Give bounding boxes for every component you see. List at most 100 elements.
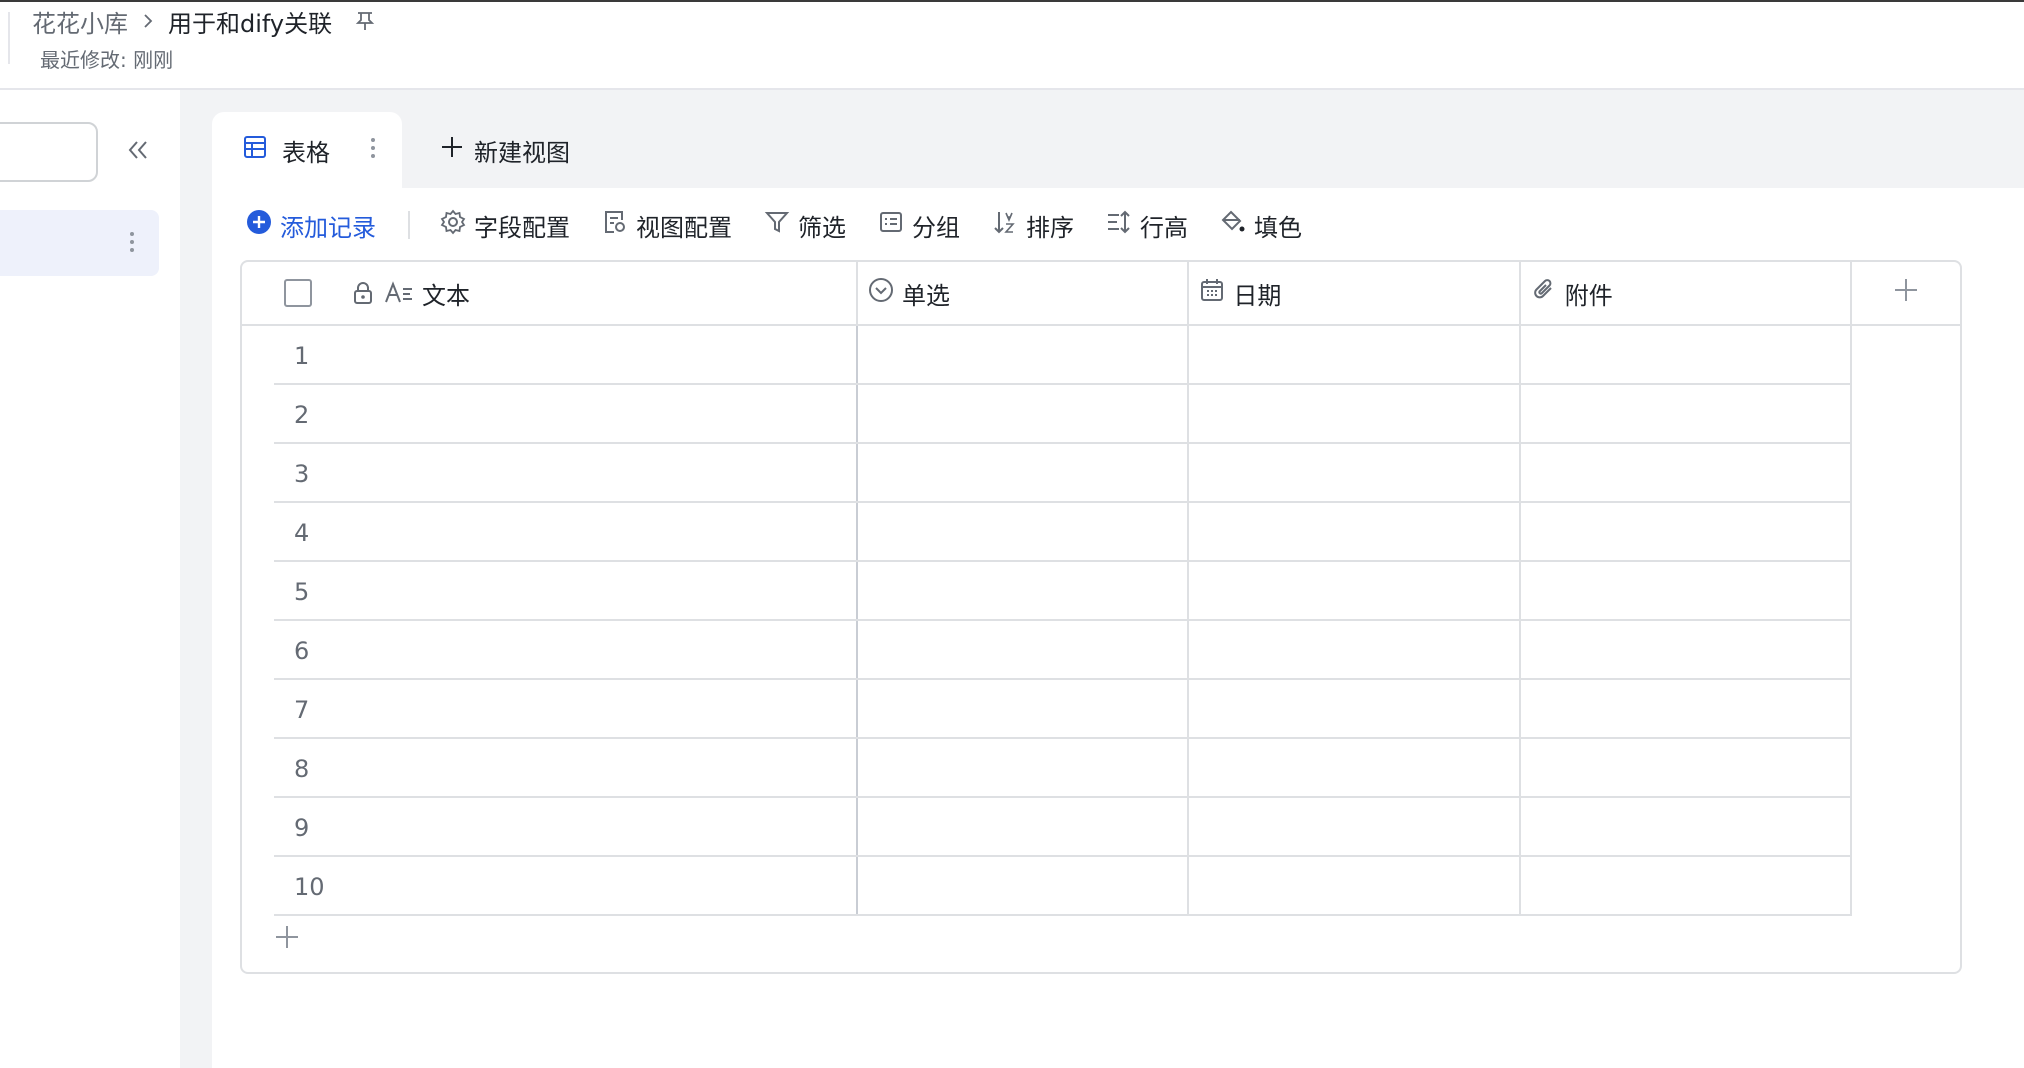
breadcrumb: 花花小库 用于和dify关联: [32, 4, 376, 38]
view-config-button[interactable]: 视图配置: [602, 208, 732, 243]
toolbar: 添加记录 字段配置 视图配置 筛选 分组 排序 行高 填色: [246, 200, 1334, 250]
add-row-button[interactable]: [270, 922, 304, 956]
grid-header: 文本 单选 日期 附件: [242, 262, 1960, 326]
fill-color-button[interactable]: 填色: [1220, 208, 1302, 243]
table-cell[interactable]: [1521, 503, 1853, 562]
row-number: 7: [242, 680, 858, 739]
table-cell[interactable]: [858, 562, 1190, 621]
table-row[interactable]: 10: [242, 857, 1960, 916]
column-header-text[interactable]: 文本: [242, 262, 858, 324]
sidebar-search-input[interactable]: [0, 122, 98, 182]
paperclip-icon: [1531, 277, 1557, 309]
table-cell[interactable]: [858, 444, 1190, 503]
table-row[interactable]: 3: [242, 444, 1960, 503]
table-cell[interactable]: [1521, 562, 1853, 621]
sidebar-item-selected[interactable]: [0, 210, 159, 276]
field-config-button[interactable]: 字段配置: [440, 208, 570, 243]
group-label: 分组: [912, 213, 960, 242]
table-row[interactable]: 9: [242, 798, 1960, 857]
table-cell[interactable]: [1189, 621, 1521, 680]
filter-icon: [764, 209, 790, 241]
table-cell[interactable]: [858, 326, 1190, 385]
table-cell[interactable]: [1189, 680, 1521, 739]
filter-button[interactable]: 筛选: [764, 208, 846, 243]
row-number: 6: [242, 621, 858, 680]
column-label: 文本: [422, 281, 470, 310]
table-cell[interactable]: [858, 503, 1190, 562]
table-row[interactable]: 5: [242, 562, 1960, 621]
table-cell[interactable]: [1189, 857, 1521, 916]
table-row[interactable]: 4: [242, 503, 1960, 562]
table-cell[interactable]: [858, 621, 1190, 680]
table-cell[interactable]: [1189, 444, 1521, 503]
select-all-checkbox[interactable]: [284, 279, 312, 307]
row-number: 3: [242, 444, 858, 503]
table-cell[interactable]: [858, 857, 1190, 916]
group-button[interactable]: 分组: [878, 208, 960, 243]
text-field-icon: [384, 280, 414, 306]
plus-icon: [274, 924, 300, 954]
more-vertical-icon[interactable]: [370, 136, 376, 166]
collapse-sidebar-icon[interactable]: [122, 134, 154, 166]
table-row[interactable]: 8: [242, 739, 1960, 798]
table-cell[interactable]: [1521, 739, 1853, 798]
table-cell[interactable]: [1521, 444, 1853, 503]
more-vertical-icon[interactable]: [129, 230, 135, 258]
tab-table-view[interactable]: 表格: [212, 112, 402, 188]
table-row[interactable]: 1: [242, 326, 1960, 385]
table-cell[interactable]: [858, 798, 1190, 857]
table-cell[interactable]: [1189, 798, 1521, 857]
column-label: 附件: [1564, 281, 1613, 310]
view-config-label: 视图配置: [636, 213, 732, 242]
calendar-icon: [1199, 277, 1225, 309]
breadcrumb-root[interactable]: 花花小库: [32, 4, 128, 39]
plus-icon: [440, 135, 464, 165]
table-row[interactable]: 2: [242, 385, 1960, 444]
table-cell[interactable]: [1521, 385, 1853, 444]
column-header-date[interactable]: 日期: [1189, 262, 1521, 324]
table-cell[interactable]: [858, 739, 1190, 798]
tab-label: 表格: [282, 138, 330, 167]
table-cell[interactable]: [858, 385, 1190, 444]
table-row[interactable]: 6: [242, 621, 1960, 680]
row-height-button[interactable]: 行高: [1106, 208, 1188, 243]
table-cell[interactable]: [1521, 621, 1853, 680]
row-spacer: [1852, 385, 1960, 444]
row-spacer: [1852, 798, 1960, 857]
breadcrumb-current[interactable]: 用于和dify关联: [168, 4, 332, 39]
table-panel: 添加记录 字段配置 视图配置 筛选 分组 排序 行高 填色 文本 单选 日期 附…: [212, 188, 2024, 1068]
table-cell[interactable]: [1521, 680, 1853, 739]
row-spacer: [1852, 503, 1960, 562]
row-number: 2: [242, 385, 858, 444]
view-tab-bar: 表格 新建视图: [212, 112, 570, 188]
new-view-button[interactable]: 新建视图: [402, 112, 570, 188]
row-number: 4: [242, 503, 858, 562]
main-content: 表格 新建视图 添加记录 字段配置 视图配置 筛选 分组 排序 行高 填色 文本…: [180, 90, 2024, 1068]
add-column-button[interactable]: [1852, 262, 1960, 324]
row-spacer: [1852, 326, 1960, 385]
top-bar: 花花小库 用于和dify关联 最近修改: 刚刚: [0, 0, 2024, 90]
divider: [8, 12, 10, 64]
add-record-button[interactable]: 添加记录: [246, 208, 376, 243]
table-cell[interactable]: [1189, 739, 1521, 798]
table-row[interactable]: 7: [242, 680, 1960, 739]
table-cell[interactable]: [1189, 562, 1521, 621]
table-cell[interactable]: [1189, 385, 1521, 444]
pin-icon[interactable]: [354, 10, 376, 32]
plus-circle-icon: [246, 209, 272, 241]
column-header-attachment[interactable]: 附件: [1521, 262, 1853, 324]
fill-color-label: 填色: [1254, 213, 1302, 242]
new-view-label: 新建视图: [474, 138, 570, 167]
table-cell[interactable]: [1521, 326, 1853, 385]
column-header-single-select[interactable]: 单选: [858, 262, 1190, 324]
sort-button[interactable]: 排序: [992, 208, 1074, 243]
table-cell[interactable]: [1521, 857, 1853, 916]
table-cell[interactable]: [1189, 326, 1521, 385]
grid-rows: 1 2 3 4 5 6 7 8 9 10: [242, 326, 1960, 916]
paint-bucket-icon: [1220, 209, 1246, 241]
row-number: 5: [242, 562, 858, 621]
table-cell[interactable]: [1189, 503, 1521, 562]
row-number: 1: [242, 326, 858, 385]
table-cell[interactable]: [858, 680, 1190, 739]
table-cell[interactable]: [1521, 798, 1853, 857]
